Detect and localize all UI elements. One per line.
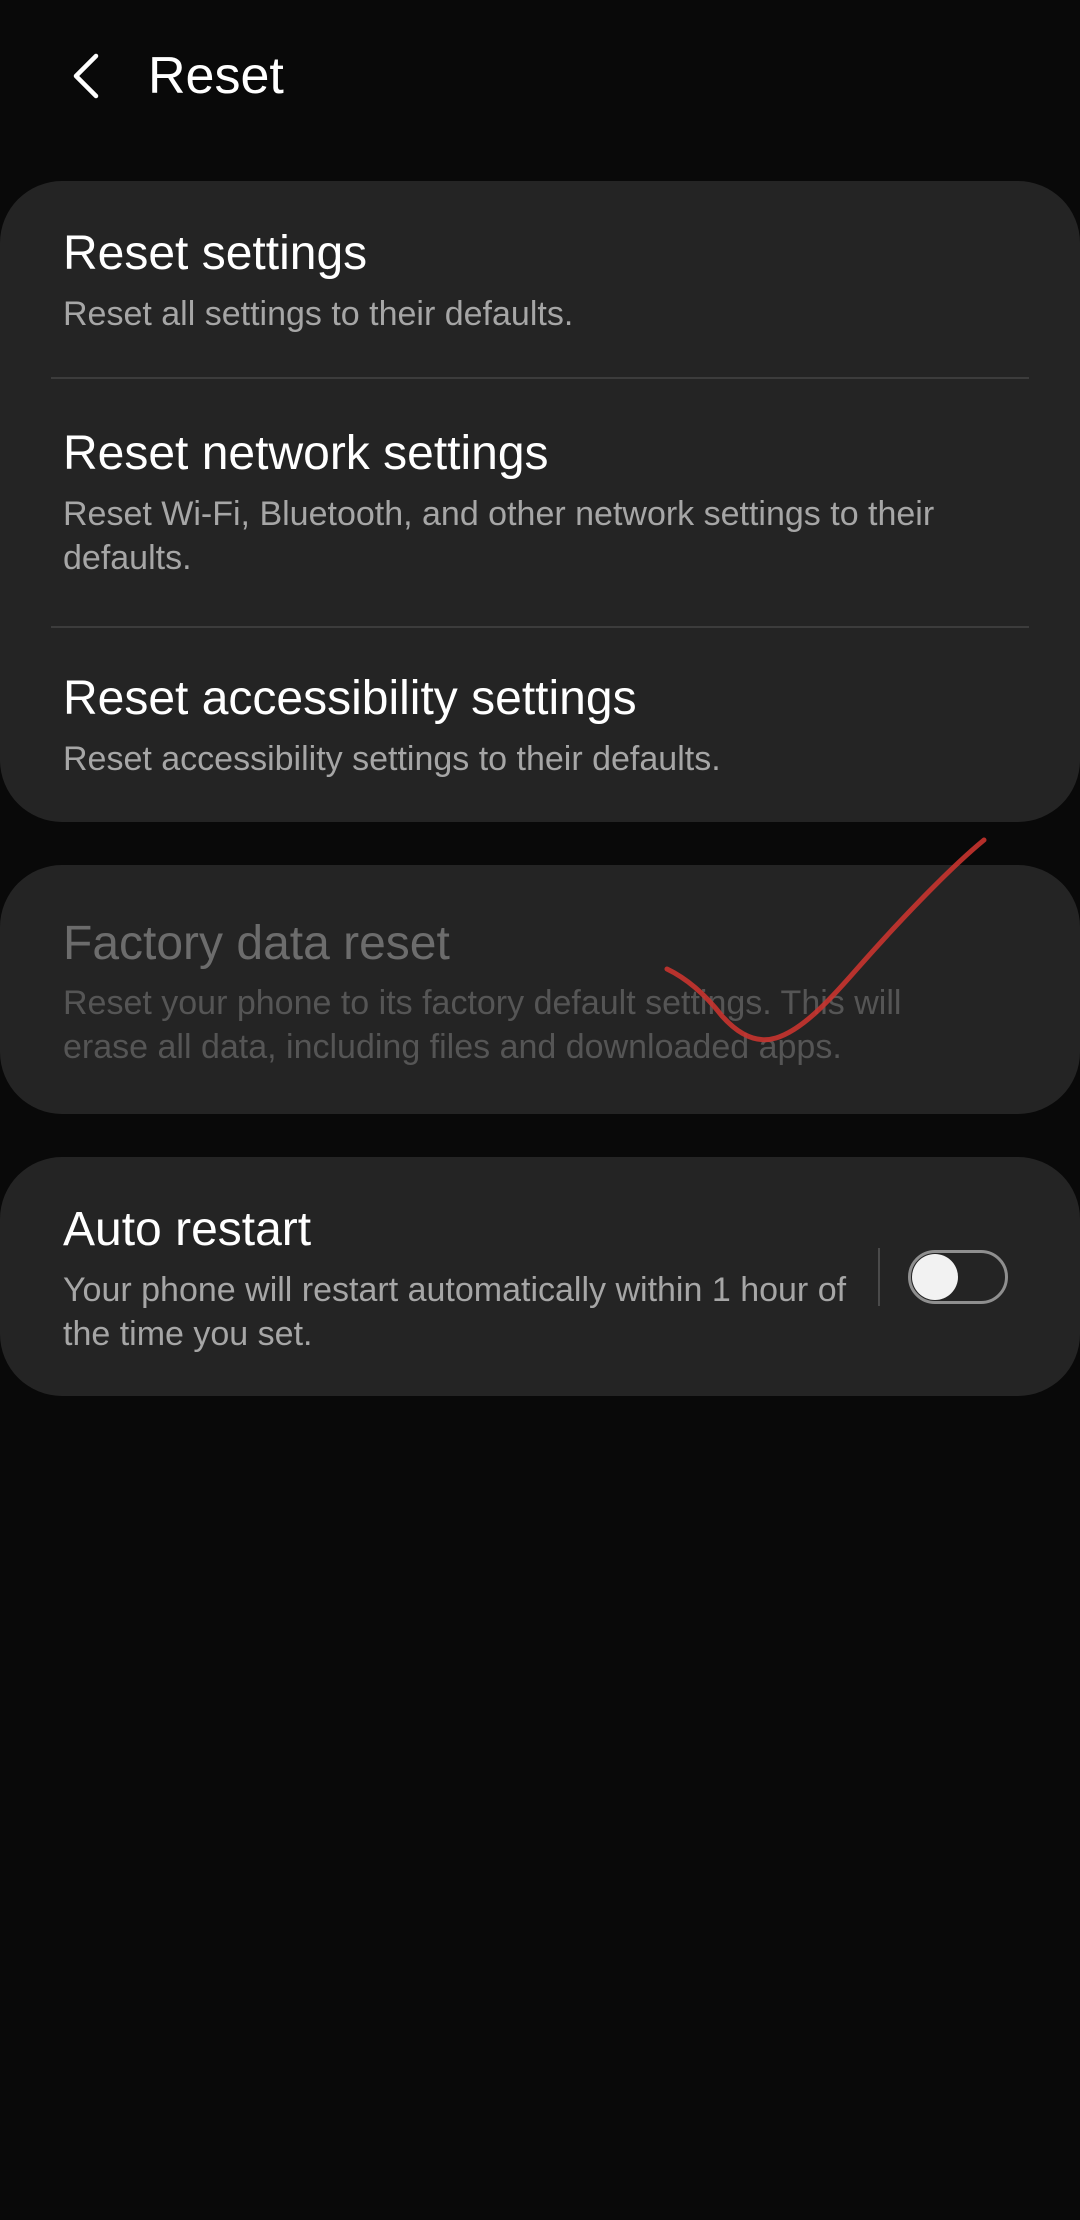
- item-subtitle: Your phone will restart automatically wi…: [63, 1271, 847, 1353]
- item-subtitle: Reset your phone to its factory default …: [63, 984, 902, 1066]
- back-button[interactable]: [50, 36, 120, 116]
- item-title: Reset accessibility settings: [63, 672, 637, 725]
- chevron-left-icon: [73, 53, 99, 99]
- item-title: Reset settings: [63, 227, 368, 280]
- item-title: Auto restart: [63, 1203, 312, 1256]
- reset-options-card: Reset settings Reset all settings to the…: [0, 181, 1080, 822]
- item-title: Factory data reset: [63, 917, 450, 970]
- toggle-separator: [878, 1248, 880, 1306]
- page-title: Reset: [148, 47, 284, 105]
- reset-network-settings-item[interactable]: Reset network settings Reset Wi-Fi, Blue…: [0, 379, 1080, 624]
- item-subtitle: Reset all settings to their defaults.: [63, 295, 574, 333]
- factory-data-reset-card: Factory data reset Reset your phone to i…: [0, 865, 1080, 1114]
- toggle-knob: [912, 1254, 958, 1300]
- item-subtitle: Reset Wi-Fi, Bluetooth, and other networ…: [63, 495, 935, 577]
- auto-restart-card: Auto restart Your phone will restart aut…: [0, 1157, 1080, 1396]
- item-subtitle: Reset accessibility settings to their de…: [63, 740, 721, 778]
- reset-settings-item[interactable]: Reset settings Reset all settings to the…: [0, 181, 1080, 376]
- auto-restart-toggle[interactable]: [908, 1250, 1008, 1304]
- item-title: Reset network settings: [63, 427, 549, 480]
- reset-accessibility-settings-item[interactable]: Reset accessibility settings Reset acces…: [0, 628, 1080, 822]
- app-header: Reset: [0, 0, 1080, 160]
- factory-data-reset-item[interactable]: Factory data reset Reset your phone to i…: [0, 865, 1080, 1114]
